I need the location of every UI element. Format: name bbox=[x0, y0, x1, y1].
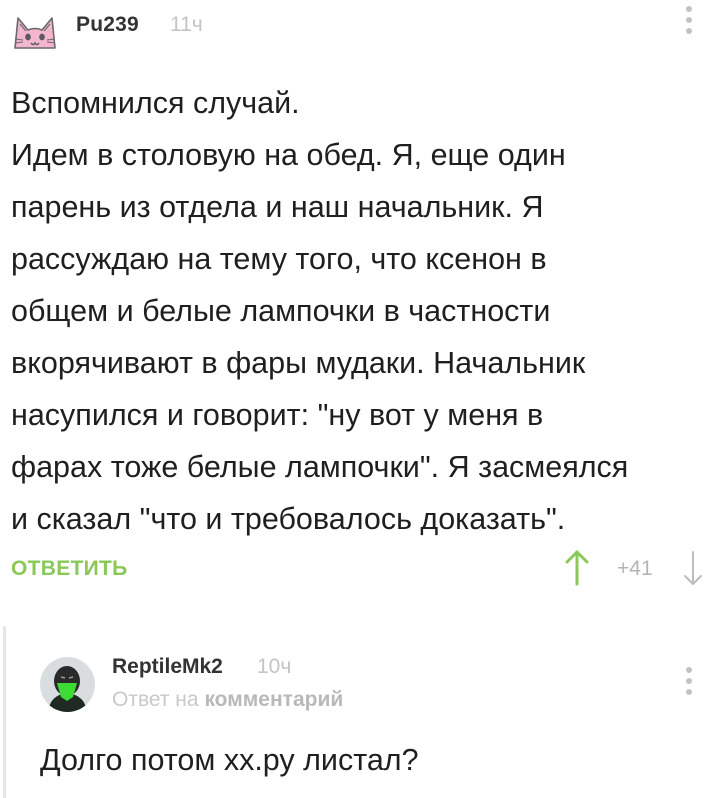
avatar[interactable] bbox=[40, 657, 95, 712]
reply-parent-info: Ответ на комментарий bbox=[112, 688, 343, 712]
comment: Pu239 11ч Вспомнился случай. Идем в стол… bbox=[0, 0, 713, 600]
comment-body-line: парень из отдела и наш начальник. Я bbox=[11, 190, 544, 224]
upvote-arrow-icon[interactable] bbox=[562, 548, 592, 588]
comment-body-line: Идем в столовую на обед. Я, еще один bbox=[11, 138, 566, 172]
more-options-icon[interactable] bbox=[679, 667, 699, 701]
comment-body-line: общем и белые лампочки в частности bbox=[11, 294, 551, 328]
reply-thread-line bbox=[3, 626, 6, 798]
comment-time: 11ч bbox=[170, 13, 203, 36]
reply-meta-prefix: Ответ на bbox=[112, 688, 199, 711]
comment-author[interactable]: Pu239 bbox=[76, 13, 139, 37]
cat-face-icon[interactable] bbox=[11, 6, 59, 54]
comment-body: Вспомнился случай. Идем в столовую на об… bbox=[11, 77, 701, 545]
more-options-icon[interactable] bbox=[679, 6, 699, 40]
comment-body-line: фарах тоже белые лампочки". Я засмеялся bbox=[11, 450, 629, 484]
reply-body: Долго потом хх.ру листал? bbox=[40, 743, 419, 777]
parent-comment-link[interactable]: комментарий bbox=[204, 688, 343, 711]
rating-count: +41 bbox=[617, 557, 653, 580]
downvote-arrow-icon[interactable] bbox=[678, 548, 708, 588]
reply-time: 10ч bbox=[257, 655, 292, 678]
comment-body-line: вкорячивают в фары мудаки. Начальник bbox=[11, 346, 586, 380]
comment-body-line: рассуждаю на тему того, что ксенон в bbox=[11, 242, 547, 276]
reply-author[interactable]: ReptileMk2 bbox=[112, 655, 223, 679]
comment-body-line: и сказал "что и требовалось доказать". bbox=[11, 502, 566, 536]
comment-body-line: насупился и говорит: "ну вот у меня в bbox=[11, 398, 544, 432]
reply-button[interactable]: ОТВЕТИТЬ bbox=[11, 557, 128, 581]
comment-body-line: Вспомнился случай. bbox=[11, 86, 300, 120]
